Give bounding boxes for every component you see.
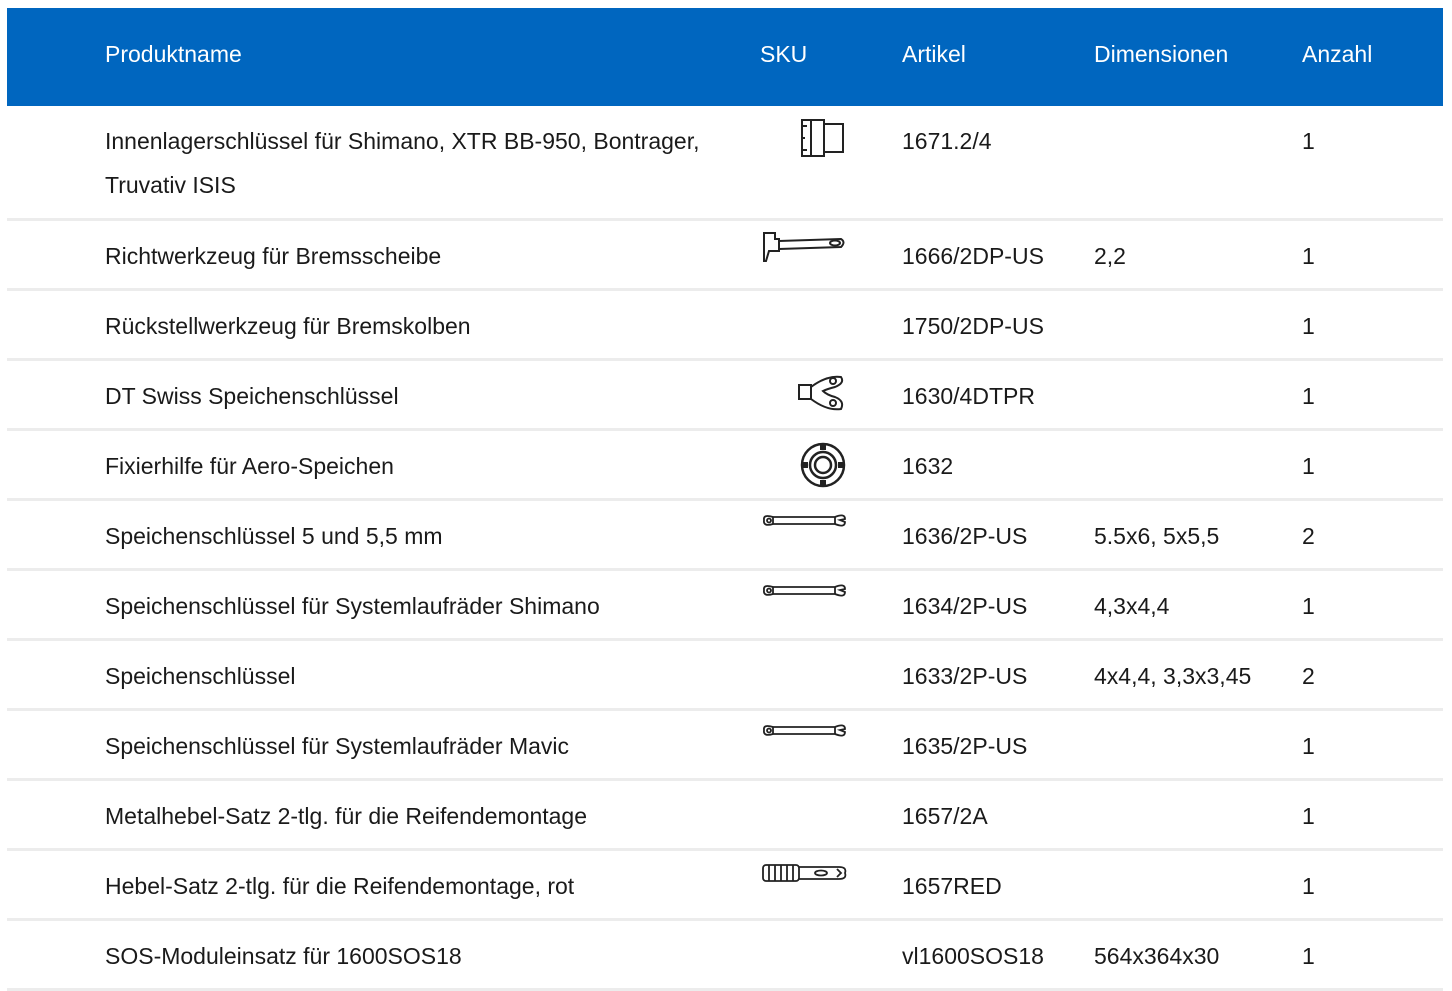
article-number: 1632 xyxy=(902,453,954,479)
quantity-value: 2 xyxy=(1302,523,1315,549)
sku-image xyxy=(757,861,847,911)
article-number: 1634/2P-US xyxy=(902,593,1028,619)
dimensions-value: 564x364x30 xyxy=(1094,943,1220,969)
product-table: Produktname SKU Artikel Dimensionen Anza… xyxy=(7,8,1443,991)
quantity-value: 1 xyxy=(1302,453,1315,479)
article-number: 1666/2DP-US xyxy=(902,243,1044,269)
sku-image xyxy=(757,581,847,631)
product-name: Richtwerkzeug für Bremsscheibe xyxy=(105,243,442,269)
table-row: Innenlagerschlüssel für Shimano, XTR BB-… xyxy=(7,106,1443,221)
product-name: Fixierhilfe für Aero-Speichen xyxy=(105,453,394,479)
product-name: DT Swiss Speichenschlüssel xyxy=(105,383,399,409)
product-name: Metalhebel-Satz 2-tlg. für die Reifendem… xyxy=(105,803,588,829)
table-row: Hebel-Satz 2-tlg. für die Reifendemontag… xyxy=(7,851,1443,921)
article-number: 1636/2P-US xyxy=(902,523,1028,549)
table-row: Fixierhilfe für Aero-Speichen 1632 1 xyxy=(7,431,1443,501)
quantity-value: 1 xyxy=(1302,803,1315,829)
table-row: Speichenschlüssel für Systemlaufräder Sh… xyxy=(7,571,1443,641)
product-name: Speichenschlüssel 5 und 5,5 mm xyxy=(105,523,443,549)
quantity-value: 2 xyxy=(1302,663,1315,689)
table-row: Richtwerkzeug für Bremsscheibe 1666/2DP-U… xyxy=(7,221,1443,291)
table-row: Speichenschlüssel 1633/2P-US 4x4,4, 3,3x3,… xyxy=(7,641,1443,711)
quantity-value: 1 xyxy=(1302,593,1315,619)
quantity-value: 1 xyxy=(1302,943,1315,969)
sku-image xyxy=(757,721,847,771)
quantity-value: 1 xyxy=(1302,733,1315,759)
article-number: 1671.2/4 xyxy=(902,128,992,154)
table-row: DT Swiss Speichenschlüssel 1630/4DTPR 1 xyxy=(7,361,1443,431)
product-name: Speichenschlüssel xyxy=(105,663,296,689)
dimensions-value: 5.5x6, 5x5,5 xyxy=(1094,523,1220,549)
product-name: Hebel-Satz 2-tlg. für die Reifendemontag… xyxy=(105,873,575,899)
article-number: 1657/2A xyxy=(902,803,988,829)
article-number: vl1600SOS18 xyxy=(902,943,1044,969)
table-row: Rückstellwerkzeug für Bremskolben 1750/2D… xyxy=(7,291,1443,361)
article-number: 1633/2P-US xyxy=(902,663,1028,689)
table-row: Speichenschlüssel 5 und 5,5 mm 1636/2P-US… xyxy=(7,501,1443,571)
dimensions-value: 4x4,4, 3,3x3,45 xyxy=(1094,663,1252,689)
table-row: Metalhebel-Satz 2-tlg. für die Reifendem… xyxy=(7,781,1443,851)
sku-image xyxy=(757,651,847,701)
quantity-value: 1 xyxy=(1302,383,1315,409)
article-number: 1657RED xyxy=(902,873,1002,899)
sku-image xyxy=(757,441,847,491)
sku-image xyxy=(757,116,847,166)
product-name: SOS-Moduleinsatz für 1600SOS18 xyxy=(105,943,462,969)
quantity-value: 1 xyxy=(1302,313,1315,339)
table-header: Produktname SKU Artikel Dimensionen Anza… xyxy=(7,8,1443,106)
header-article: Artikel xyxy=(902,41,966,67)
sku-image xyxy=(757,301,847,351)
quantity-value: 1 xyxy=(1302,128,1315,154)
sku-image xyxy=(757,231,847,281)
header-product-name: Produktname xyxy=(105,41,242,67)
table-row: Speichenschlüssel für Systemlaufräder Ma… xyxy=(7,711,1443,781)
sku-image xyxy=(757,511,847,561)
product-name: Speichenschlüssel für Systemlaufräder Sh… xyxy=(105,593,600,619)
header-quantity: Anzahl xyxy=(1302,41,1373,67)
dimensions-value: 4,3x4,4 xyxy=(1094,593,1170,619)
header-dimensions: Dimensionen xyxy=(1094,41,1229,67)
product-name: Innenlagerschlüssel für Shimano, XTR BB-… xyxy=(105,128,700,198)
sku-image xyxy=(757,791,847,841)
product-name: Speichenschlüssel für Systemlaufräder Ma… xyxy=(105,733,570,759)
article-number: 1635/2P-US xyxy=(902,733,1028,759)
article-number: 1630/4DTPR xyxy=(902,383,1035,409)
table-body: Innenlagerschlüssel für Shimano, XTR BB-… xyxy=(7,106,1443,991)
sku-image xyxy=(757,931,847,981)
table-row: SOS-Moduleinsatz für 1600SOS18 vl1600SOS1… xyxy=(7,921,1443,991)
product-name: Rückstellwerkzeug für Bremskolben xyxy=(105,313,471,339)
sku-image xyxy=(757,371,847,421)
dimensions-value: 2,2 xyxy=(1094,243,1126,269)
article-number: 1750/2DP-US xyxy=(902,313,1044,339)
quantity-value: 1 xyxy=(1302,873,1315,899)
quantity-value: 1 xyxy=(1302,243,1315,269)
header-sku: SKU xyxy=(760,41,808,67)
